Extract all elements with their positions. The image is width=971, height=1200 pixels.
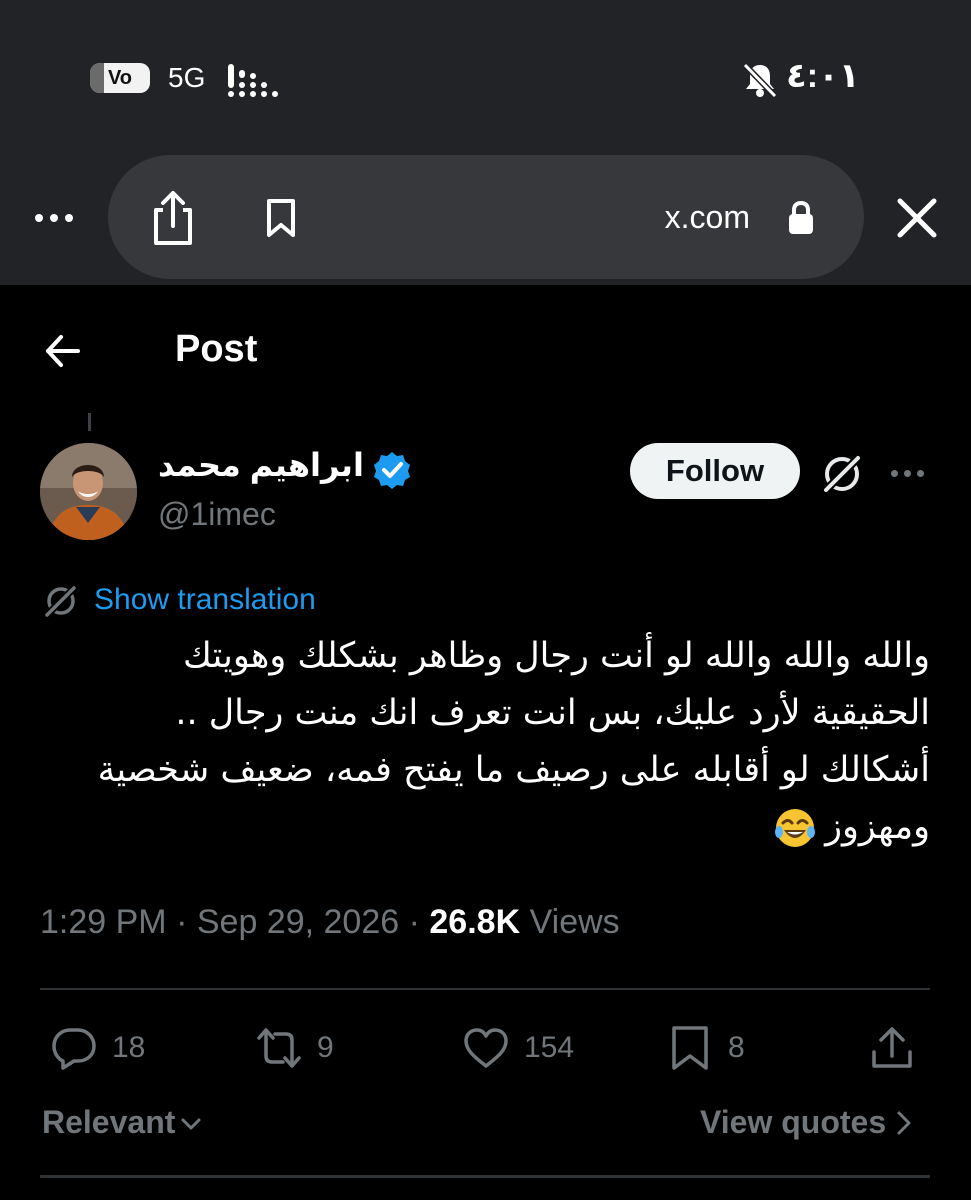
bookmark-icon[interactable] — [264, 198, 298, 238]
signal-icon — [228, 64, 278, 97]
url-text[interactable]: x.com — [600, 199, 750, 236]
carrier-badge: Vo — [90, 63, 150, 93]
post-date[interactable]: Sep 29, 2026 — [197, 903, 399, 941]
view-quotes-label: View quotes — [700, 1104, 887, 1140]
carrier-label: Vo — [107, 66, 133, 89]
sort-label: Relevant — [42, 1104, 176, 1140]
repost-button[interactable]: 9 — [255, 1022, 334, 1074]
like-icon — [464, 1028, 508, 1068]
reply-count: 18 — [112, 1031, 146, 1064]
share-icon — [872, 1027, 912, 1068]
carrier-badge-cut — [90, 63, 104, 93]
bookmark-button[interactable]: 8 — [666, 1022, 745, 1074]
show-translation-link[interactable]: Show translation — [94, 583, 316, 617]
bookmark-icon — [672, 1026, 708, 1070]
view-quotes-link[interactable]: View quotes — [700, 1104, 914, 1141]
handle[interactable]: @1imec — [158, 496, 276, 533]
thread-connector — [88, 413, 91, 431]
post-more-button[interactable] — [884, 458, 930, 488]
reply-button[interactable]: 18 — [50, 1022, 145, 1074]
meta-separator: · — [408, 903, 430, 941]
more-icon — [35, 214, 43, 222]
post-time[interactable]: 1:29 PM — [40, 903, 167, 941]
repost-icon — [257, 1028, 301, 1068]
browser-more-button[interactable] — [30, 200, 78, 236]
laughing-emoji — [775, 809, 816, 847]
close-icon[interactable] — [894, 195, 940, 241]
reply-icon — [52, 1028, 96, 1070]
share-post-button[interactable] — [868, 1022, 916, 1074]
follow-button[interactable]: Follow — [630, 443, 800, 499]
share-icon[interactable] — [148, 188, 198, 248]
like-count: 154 — [524, 1031, 575, 1064]
page-title: Post — [175, 328, 258, 370]
tweet-text: والله والله والله لو أنت رجال وظاهر بشكل… — [30, 628, 930, 856]
repost-count: 9 — [317, 1031, 334, 1064]
status-time: ٤:٠١ — [786, 57, 860, 95]
tweet-line: ومهزوز — [30, 799, 930, 856]
chevron-down-icon — [181, 1118, 201, 1129]
lock-icon — [789, 200, 813, 234]
network-type: 5G — [168, 62, 206, 93]
url-bar[interactable] — [108, 155, 864, 279]
display-name[interactable]: ابراهيم محمد — [158, 446, 364, 484]
bell-muted-icon — [742, 62, 778, 99]
divider — [40, 988, 930, 990]
avatar-image — [40, 443, 137, 540]
translate-icon — [44, 584, 78, 618]
tweet-line: الحقيقية لأرد عليك، بس انت تعرف انك منت … — [175, 693, 930, 733]
grok-icon[interactable] — [818, 450, 866, 498]
divider — [40, 1175, 930, 1178]
post-meta: 1:29 PM · Sep 29, 2026 · 26.8K Views — [40, 903, 620, 942]
tweet-line-text: ومهزوز — [825, 807, 930, 847]
more-icon — [890, 469, 898, 477]
meta-separator: · — [176, 903, 197, 941]
chevron-right-icon — [897, 1111, 911, 1134]
views-count: 26.8K — [429, 903, 521, 941]
verified-icon — [374, 452, 410, 489]
like-button[interactable]: 154 — [462, 1022, 574, 1074]
tweet-line: والله والله والله لو أنت رجال وظاهر بشكل… — [183, 636, 930, 676]
bookmark-count: 8 — [728, 1031, 745, 1064]
avatar[interactable] — [40, 443, 137, 540]
views-label: Views — [529, 903, 620, 941]
sort-dropdown[interactable]: Relevant — [42, 1104, 203, 1141]
tweet-line: أشكالك لو أقابله على رصيف ما يفتح فمه، ض… — [97, 750, 930, 790]
back-arrow-icon[interactable] — [44, 332, 82, 370]
